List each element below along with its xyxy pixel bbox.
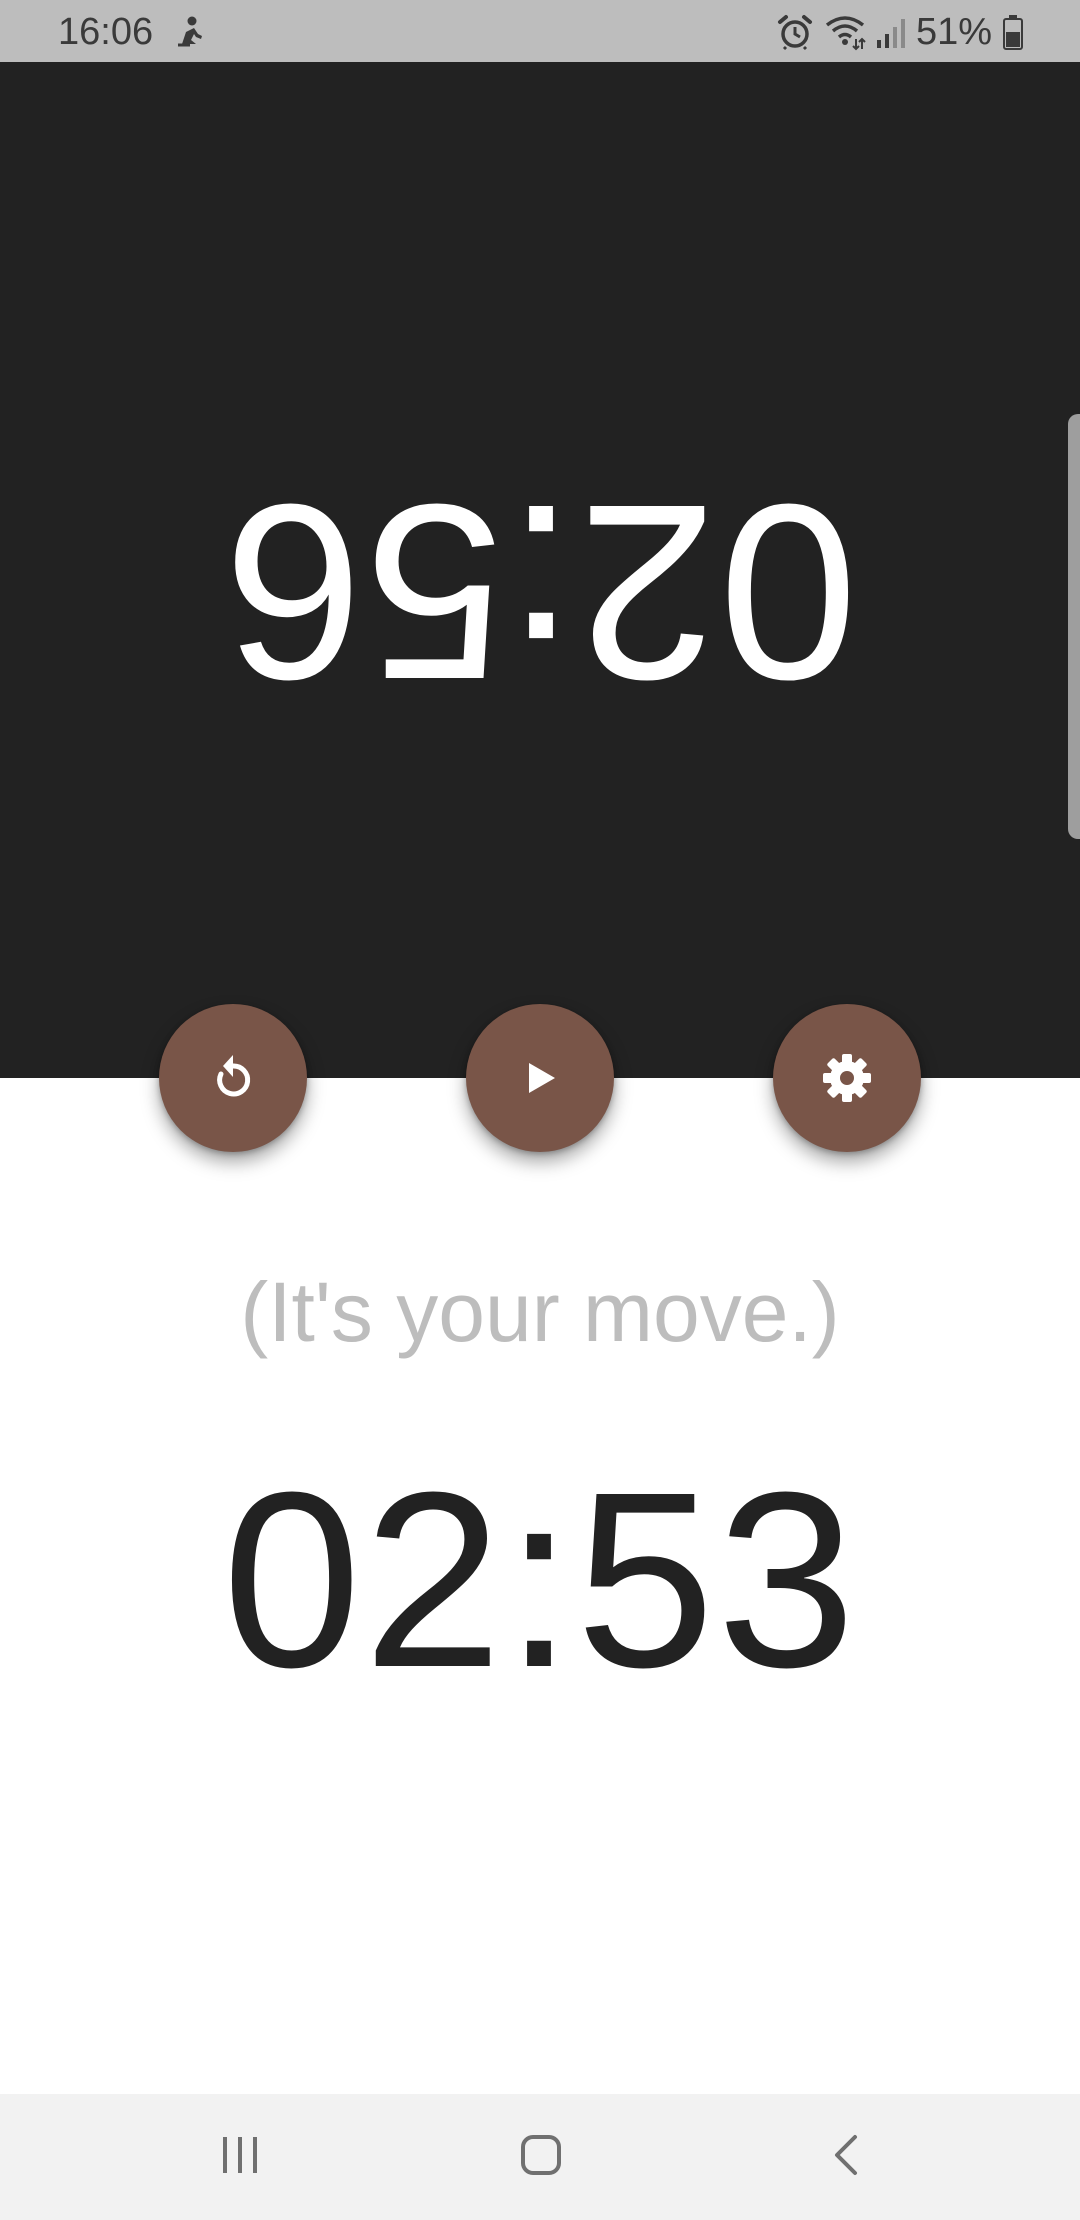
signal-icon bbox=[876, 14, 906, 50]
move-hint-text: (It's your move.) bbox=[240, 1265, 840, 1359]
person-icon bbox=[172, 14, 208, 50]
back-icon bbox=[827, 2133, 863, 2182]
status-icons: 51% bbox=[776, 10, 1024, 54]
recents-button[interactable] bbox=[205, 2124, 275, 2190]
home-button[interactable] bbox=[506, 2124, 576, 2190]
play-icon bbox=[520, 1058, 560, 1098]
navigation-bar bbox=[0, 2094, 1080, 2220]
reset-icon bbox=[207, 1050, 259, 1106]
play-button[interactable] bbox=[466, 1004, 614, 1152]
edge-panel-handle[interactable] bbox=[1068, 414, 1080, 839]
opponent-clock-panel[interactable]: 02:56 bbox=[0, 62, 1080, 1078]
home-icon bbox=[519, 2133, 563, 2182]
alarm-icon bbox=[776, 13, 814, 51]
battery-icon bbox=[1002, 14, 1024, 50]
status-time: 16:06 bbox=[58, 11, 154, 53]
player-clock-time[interactable]: 02:53 bbox=[0, 1450, 1080, 1710]
back-button[interactable] bbox=[810, 2124, 880, 2190]
status-bar: 16:06 51% bbox=[0, 0, 1080, 62]
wifi-icon bbox=[824, 13, 866, 51]
control-buttons bbox=[0, 1004, 1080, 1152]
reset-button[interactable] bbox=[159, 1004, 307, 1152]
settings-icon bbox=[820, 1051, 874, 1105]
opponent-clock-time: 02:56 bbox=[222, 453, 858, 732]
recents-icon bbox=[220, 2135, 260, 2180]
battery-percent: 51% bbox=[915, 11, 992, 53]
settings-button[interactable] bbox=[773, 1004, 921, 1152]
